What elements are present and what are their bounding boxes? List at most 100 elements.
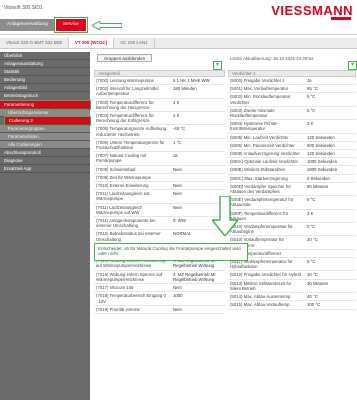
table-row[interactable]: (7019) Priorität externe Nein [94,306,225,314]
table-row[interactable]: (5002) Min. Rücklauftemperatur Verdichte… [228,93,356,107]
table-row[interactable]: (5005) Min. Laufzeit Verdichter 120 Sekun… [228,134,356,142]
table-row[interactable]: (7012) Betriebsstatus bei externer Umsch… [94,230,225,244]
device-tab-vc100[interactable]: VC 100 LAN1 [114,38,155,48]
parameter-value[interactable] [170,174,225,181]
table-row[interactable]: (500D) Verdampfer Speicher für Abtauen d… [228,183,356,197]
table-row[interactable]: (500C) Max. Startverzögerung 0 Sekunden [228,175,356,183]
parameter-value[interactable]: 10 °C [304,271,356,278]
table-row[interactable]: (7018) Temperaturbereich Eingang 0 . 10V… [94,292,225,306]
table-row[interactable]: (5000) Freigabe Verdichter 1 Ja [228,77,356,86]
parameter-value[interactable]: 1000 Sekunden [304,158,356,165]
sidebar-item-parametrierung[interactable]: Parametrierung [0,99,91,110]
table-row[interactable]: (5006) Min. Pausenzeit Verdichter 600 Sek… [228,142,356,151]
parameter-value[interactable]: 5 °C [304,258,356,270]
parameter-value[interactable]: Nein [170,166,225,173]
sidebar-item-ersatzteil-app[interactable]: Ersatzteil-App [0,165,90,174]
table-row[interactable]: (7017) Vitocom 100 Nein [94,284,225,293]
parameter-value[interactable]: 4 K [170,99,225,111]
sidebar-item-anlagenausstattung[interactable]: Anlagenausstattung [0,60,90,69]
parameter-value[interactable]: 0 Sekunden [304,175,356,182]
column-header[interactable]: Anlagenteil [94,70,225,77]
sidebar-item-betriebstagebuch[interactable]: Betriebstagebuch [0,92,90,101]
table-row[interactable]: (5008) Anlaufverzögerung Verdichter 120 S… [228,150,356,159]
parameter-value[interactable]: 4 K [170,112,225,124]
parameter-value[interactable]: 120 Sekunden [304,134,356,141]
parameter-value[interactable]: 5 °C [304,196,356,208]
parameter-value[interactable]: 1 °C [170,139,225,151]
parameter-value[interactable]: Ja [170,152,225,164]
parameter-value[interactable]: Nein [170,306,225,313]
table-row[interactable]: (7003) Temperaturdifferenz für Berechnun… [94,99,225,113]
table-row[interactable]: (7005) Temperaturgrenze Aufhebung reduzi… [94,125,225,139]
table-row[interactable]: (5014) Max. Abtau-Aussentemp 40 °C [228,293,356,302]
table-row[interactable]: (5012) Freigabe Verdichter für Hybrid 10 … [228,271,356,280]
parameter-value[interactable]: -40 °C [170,125,225,137]
table-row[interactable]: (7006) Untere Temperaturgrenze für Frost… [94,139,225,153]
sidebar-item-ueberblick[interactable]: Überblick [0,52,90,61]
parameter-value[interactable]: 600 Sekunden [304,142,356,149]
parameter-value[interactable]: 1000 [170,292,225,304]
sidebar-item-statistik[interactable]: Statistik [0,68,90,77]
table-row[interactable]: (7002) Intervall für Langzeitmittel Auße… [94,85,225,99]
device-tab-vitosol[interactable]: Vitosol 333-G BMT 331 B08 [0,38,69,48]
sidebar-item-abschlussprotokoll[interactable]: Abschlussprotokoll [0,149,90,158]
sidebar-item-anlagenbild[interactable]: Anlagenbild [0,84,90,93]
sidebar-item-codierung-2[interactable]: Codierung 2 [4,115,91,126]
table-row[interactable]: (500E) Verdampfertemperatur für Abtauend… [228,196,356,210]
device-tab-vt200[interactable]: VT 200 (WO1C) [68,38,115,48]
table-row[interactable]: (5013) Mittlere Stillstandszeit für Sile… [228,280,356,294]
table-row[interactable]: (5015) Max. Abtau-Vorlauftemp 100 °C [228,301,356,310]
table-row[interactable]: (7000) Leistung Wärmepumpe 6.1 HK 1 MHK W… [94,77,225,86]
parameter-value[interactable] [304,250,356,257]
tab-service[interactable]: Service [53,17,88,33]
table-row[interactable]: (7011) Laufzeitausgleich ext. Wärmepumpe… [94,190,225,204]
tab-anlagenverwaltung[interactable]: Anlagenverwaltung [0,19,55,31]
table-row[interactable]: (5010) Verdampfertemperatur für Abtaubeg… [228,223,356,237]
table-row[interactable]: (5004) Hysterese Primär-Eintrittstempera… [228,120,356,134]
parameter-value[interactable]: 100 °C [304,301,356,308]
parameter-value[interactable]: 40 °C [304,293,356,300]
filter-chevron-icon-2[interactable]: ▾ [348,61,357,70]
table-row[interactable]: (7015) Wirkung extern Sperren auf Wärmep… [94,271,225,285]
sidebar-item-parameterlisten[interactable]: Parameterlisten [0,132,90,142]
logo-underline [331,17,351,20]
table-row[interactable]: (7009) Zeit für Wärmepumpe [94,174,225,183]
filter-chevron-icon[interactable]: ▾ [213,61,222,70]
sidebar-item-parametergruppen[interactable]: Parametergruppen [0,124,90,133]
table-row[interactable]: (5001) Max. Vorlauftemperatur 65 °C [228,85,356,94]
table-row[interactable]: (7008) Schwimmbad Nein [94,166,225,174]
sidebar-item-alle-codierungen[interactable]: Alle Codierungen [0,141,90,150]
parameter-value[interactable]: 65 °C [304,85,356,92]
table-row[interactable]: (500A) Optimale Laufzeit Verdichter 1000 … [228,158,356,167]
parameter-value[interactable]: Ja [304,77,356,84]
table-row[interactable]: (5003) Zweite minimale Rücklauftemperatu… [228,107,356,121]
parameter-value[interactable]: 20 °C [304,236,356,248]
sidebar-item-diagnose[interactable]: Diagnose [0,157,90,166]
parameter-value[interactable]: Nein [170,284,225,291]
table-row[interactable]: (500B) Mindest-Stillstandzeit 1800 Sekund… [228,166,356,175]
parameter-value[interactable]: Nein [170,182,225,189]
table-row[interactable]: (7007) Natural Cooling mit Primärpumpe Ja [94,152,225,166]
parameter-value[interactable]: 90 Minuten [304,183,356,195]
parameter-value[interactable]: 3 K [304,120,356,132]
table-row[interactable]: (7004) Temperaturdifferenz für Berechnun… [94,112,225,126]
parameter-value[interactable]: 180 Minuten [170,85,225,97]
parameter-value[interactable]: 5 °C [304,93,356,105]
column-header[interactable]: Verdichter 1 [228,70,356,77]
table-row[interactable]: (500F) Temperaturdifferenz für Abtauen 3 … [228,210,356,224]
table-row[interactable]: (7011) Laufzeitausgleich Wärmepumpe auf … [94,204,225,218]
parameter-value[interactable]: 1800 Sekunden [304,166,356,173]
parameter-value[interactable]: 5 °C [304,107,356,119]
parameter-value[interactable]: 120 Sekunden [304,150,356,157]
parameter-value[interactable]: 6.1 HK 1 MHK WW [170,77,225,84]
parameter-value[interactable]: 0 °C [304,223,356,235]
sidebar-item-uebersichtsparameter[interactable]: Übersichtsparameter [0,108,90,117]
sidebar-item-bedienung[interactable]: Bedienung [0,76,90,85]
table-row[interactable]: (7011) Anlagenkomponente bei externer Um… [94,217,225,231]
table-row[interactable]: (7010) Externe Erweiterung Nein [94,182,225,191]
hide-groups-button[interactable]: Gruppen ausblenden [97,54,153,62]
parameter-value[interactable]: 4: MZ Regelbetrieb MI Regelbetrieb Wirku… [170,271,225,283]
parameter-name: (5015) Max. Abtau-Vorlauftemp [230,302,290,308]
parameter-value[interactable]: 3 K [304,210,356,222]
parameter-value[interactable]: 30 Minuten [304,280,356,292]
